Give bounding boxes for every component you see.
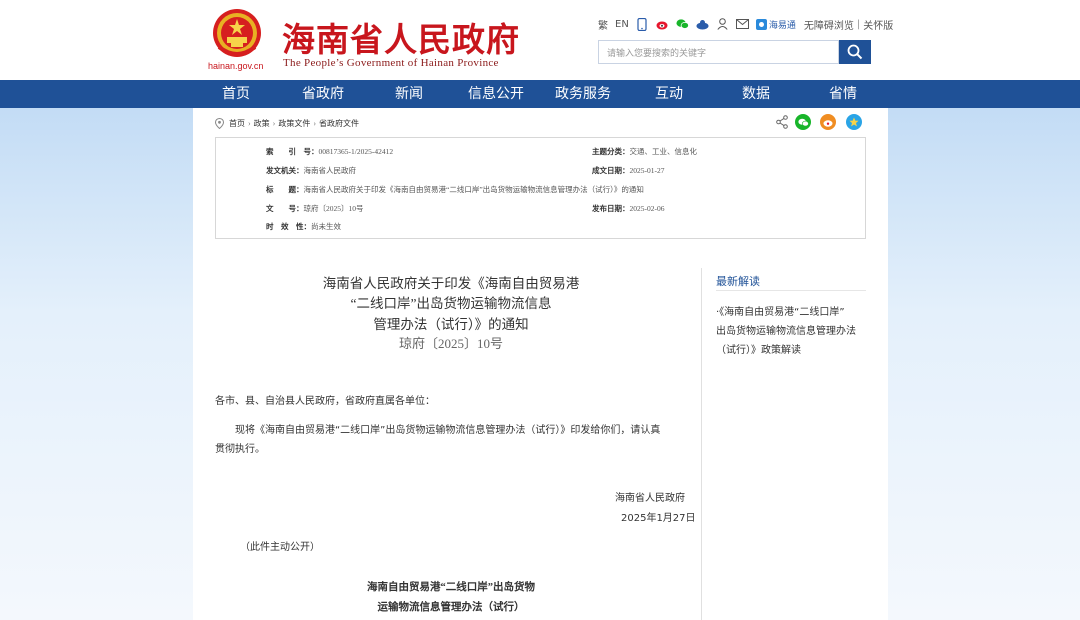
left-background: [0, 108, 193, 620]
meta-published-label: 发布日期：: [592, 204, 630, 213]
nav-item-home[interactable]: 首页: [196, 80, 276, 108]
app-icon[interactable]: [696, 18, 709, 31]
meta-created-row: 成文日期：2025-01-27: [592, 165, 665, 175]
meta-index-value: 00817365-1/2025-42412: [318, 147, 394, 156]
search-button[interactable]: [839, 40, 871, 64]
accessibility-link[interactable]: 无障碍浏览: [804, 17, 854, 32]
meta-validity-row: 时 效 性：尚未生效: [266, 221, 341, 231]
mobile-icon[interactable]: [636, 17, 649, 31]
nav-item-gov-services[interactable]: 政务服务: [543, 80, 623, 108]
main-nav: 首页 省政府 新闻 信息公开 政务服务 互动 数据 省情: [0, 80, 1080, 108]
meta-created-value: 2025-01-27: [629, 166, 665, 175]
article-title-line: 管理办法（试行）》的通知: [373, 317, 529, 332]
interpretation-link-line: ·《海南自由贸易港“二线口岸”: [716, 307, 845, 318]
location-pin-icon: [215, 117, 224, 129]
nav-item-interaction[interactable]: 互动: [629, 80, 709, 108]
share-qzone-icon[interactable]: [846, 114, 862, 130]
article-doc-number: 琼府〔2025〕10号: [398, 336, 503, 351]
english-link[interactable]: EN: [615, 19, 629, 30]
search-icon: [847, 44, 863, 60]
user-icon[interactable]: [716, 18, 729, 31]
meta-title-label: 标 题：: [266, 185, 304, 194]
meta-docno-row: 文 号：琼府〔2025〕10号: [266, 203, 364, 213]
nav-item-provincial-gov[interactable]: 省政府: [283, 80, 363, 108]
meta-published-value: 2025-02-06: [629, 204, 665, 213]
site-subtitle: The People’s Government of Hainan Provin…: [283, 57, 499, 69]
meta-topic-row: 主题分类：交通、工业、信息化: [592, 146, 697, 156]
care-version-link[interactable]: 关怀版: [863, 17, 893, 32]
nav-item-province-overview[interactable]: 省情: [803, 80, 883, 108]
meta-title-value: 海南省人民政府关于印发《海南自由贸易港“二线口岸”出岛货物运输物流信息管理办法（…: [303, 185, 644, 194]
domain-label: hainan.gov.cn: [208, 61, 264, 71]
meta-issuer-row: 发文机关：海南省人民政府: [266, 165, 356, 175]
meta-topic-value: 交通、工业、信息化: [629, 147, 698, 156]
interpretation-link[interactable]: ·《海南自由贸易港“二线口岸” 出岛货物运输物流信息管理办法 （试行）》政策解读: [716, 303, 866, 360]
article-date: 2025年1月27日: [621, 513, 696, 524]
meta-validity-label: 时 效 性：: [266, 222, 311, 231]
latest-interpretation-heading: 最新解读: [716, 275, 760, 288]
interpretation-link-line: 出岛货物运输物流信息管理办法: [716, 326, 856, 337]
sidebar-heading-divider: [716, 290, 866, 291]
top-links-separator: |: [856, 18, 861, 30]
breadcrumb-separator: ›: [272, 118, 276, 128]
meta-issuer-label: 发文机关：: [266, 166, 304, 175]
breadcrumb-home[interactable]: 首页: [229, 118, 245, 129]
weibo-icon[interactable]: [656, 18, 669, 31]
meta-index-row: 索 引 号：00817365-1/2025-42412: [266, 146, 393, 156]
nav-item-info-disclosure[interactable]: 信息公开: [456, 80, 536, 108]
breadcrumb-policy-docs[interactable]: 政策文件: [278, 118, 310, 129]
meta-validity-value: 尚未生效: [311, 222, 341, 231]
hainan-tong-icon: [755, 18, 767, 30]
traditional-chinese-link[interactable]: 繁: [598, 17, 608, 32]
meta-published-row: 发布日期：2025-02-06: [592, 203, 665, 213]
mail-icon[interactable]: [735, 18, 749, 31]
meta-issuer-value: 海南省人民政府: [303, 166, 357, 175]
document-metadata-box: 索 引 号：00817365-1/2025-42412 主题分类：交通、工业、信…: [215, 137, 866, 239]
nav-item-news[interactable]: 新闻: [369, 80, 449, 108]
meta-topic-label: 主题分类：: [592, 147, 630, 156]
top-links: 繁 EN 海易通 无障碍浏览 | 关怀版: [598, 15, 900, 33]
meta-created-label: 成文日期：: [592, 166, 630, 175]
national-emblem-icon[interactable]: [209, 7, 265, 63]
breadcrumb-policy[interactable]: 政策: [254, 118, 270, 129]
breadcrumb-separator: ›: [248, 118, 251, 128]
article-title-line: 海南省人民政府关于印发《海南自由贸易港: [322, 276, 580, 291]
right-background: [888, 108, 1080, 620]
hainan-tong-label: 海易通: [768, 20, 796, 31]
article-title-line: “二线口岸”出岛货物运输物流信息: [350, 296, 552, 311]
column-divider: [701, 268, 702, 620]
article-body-line: 现将《海南自由贸易港“二线口岸”出岛货物运输物流信息管理办法（试行）》印发给你们…: [235, 425, 661, 436]
article-signer: 海南省人民政府: [615, 493, 685, 504]
search-input[interactable]: 请输入您要搜索的关键字: [598, 40, 839, 64]
meta-index-label: 索 引 号：: [266, 147, 319, 156]
article-body-line: 贯彻执行。: [215, 444, 265, 455]
meta-title-row: 标 题：海南省人民政府关于印发《海南自由贸易港“二线口岸”出岛货物运输物流信息管…: [266, 184, 644, 194]
hainan-tong-link[interactable]: 海易通: [755, 18, 796, 31]
nav-item-data[interactable]: 数据: [716, 80, 796, 108]
meta-docno-value: 琼府〔2025〕10号: [303, 204, 364, 213]
article-disclosure: （此件主动公开）: [240, 542, 320, 553]
meta-docno-label: 文 号：: [266, 204, 304, 213]
share-icon[interactable]: [776, 115, 788, 129]
article-salutation: 各市、县、自治县人民政府，省政府直属各单位：: [215, 396, 435, 407]
wechat-icon[interactable]: [676, 18, 689, 31]
site-title[interactable]: 海南省人民政府: [282, 13, 520, 61]
attachment-title-line: 海南自由贸易港“二线口岸”出岛货物: [367, 582, 535, 593]
breadcrumb-separator: ›: [313, 118, 317, 128]
site-header: hainan.gov.cn 海南省人民政府 The People’s Gover…: [0, 0, 1080, 80]
attachment-title-line: 运输物流信息管理办法（试行）: [377, 602, 525, 613]
breadcrumb-provincial-docs[interactable]: 省政府文件: [319, 118, 359, 129]
share-wechat-icon[interactable]: [795, 114, 811, 130]
breadcrumb: 首页 › 政策 › 政策文件 › 省政府文件: [215, 117, 359, 129]
share-weibo-icon[interactable]: [820, 114, 836, 130]
interpretation-link-line: （试行）》政策解读: [716, 345, 801, 356]
